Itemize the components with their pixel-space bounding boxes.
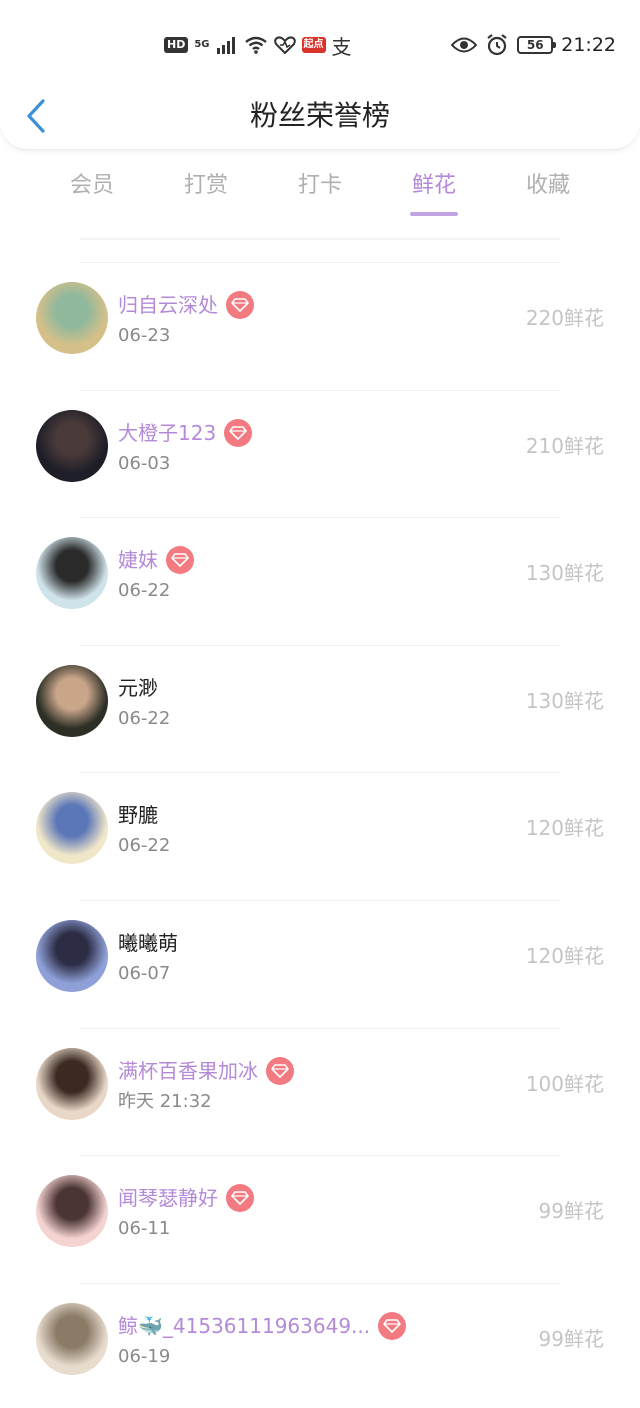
list-item[interactable]: 满杯百香果加冰昨天 21:32 100鲜花 — [0, 1027, 640, 1156]
avatar[interactable] — [36, 537, 108, 610]
name-line: 闻琴瑟静好 — [118, 1183, 254, 1213]
clock: 21:22 — [561, 34, 616, 56]
row-divider — [80, 772, 560, 774]
fan-name[interactable]: 归自云深处 — [118, 292, 218, 318]
row-divider — [80, 1282, 560, 1284]
name-line: 野膔 — [118, 800, 158, 830]
flower-amount: 120鲜花 — [525, 816, 604, 841]
eye-icon — [451, 37, 478, 53]
fan-date: 06-03 — [118, 452, 171, 474]
row-divider — [80, 262, 560, 263]
tab-favorites[interactable]: 收藏 — [498, 168, 598, 204]
zhi-app-icon: 支 — [331, 34, 352, 59]
diamond-badge-icon — [226, 1184, 254, 1213]
signal-icon — [216, 37, 235, 54]
list-item[interactable]: 野膔 06-22 120鲜花 — [0, 772, 640, 900]
avatar[interactable] — [36, 282, 108, 354]
list-item[interactable]: 闻琴瑟静好 06-11 99鲜花 — [0, 1155, 640, 1283]
diamond-badge-icon — [266, 1056, 294, 1085]
row-divider — [80, 1155, 560, 1157]
fan-name[interactable]: 野膔 — [118, 802, 158, 828]
name-line: 婕妺 — [118, 545, 194, 575]
fan-name[interactable]: 曦曦萌 — [118, 930, 178, 956]
flower-amount: 99鲜花 — [538, 1199, 604, 1224]
flower-amount: 210鲜花 — [525, 433, 604, 458]
fan-name[interactable]: 闻琴瑟静好 — [118, 1185, 218, 1211]
avatar[interactable] — [36, 664, 108, 737]
avatar[interactable] — [36, 920, 108, 992]
flower-amount: 100鲜花 — [525, 1071, 604, 1096]
flower-amount: 130鲜花 — [525, 561, 604, 586]
battery-icon: 56 — [517, 36, 557, 54]
row-divider — [80, 389, 560, 391]
avatar[interactable] — [36, 1302, 108, 1375]
heart-health-icon — [273, 36, 296, 54]
tab-flowers[interactable]: 鲜花 — [384, 168, 484, 204]
qidian-app-icon: 起点 — [301, 37, 326, 53]
fan-date: 06-19 — [118, 1345, 171, 1367]
tab-checkin[interactable]: 打卡 — [270, 168, 370, 204]
diamond-badge-icon — [166, 546, 194, 575]
flower-amount: 130鲜花 — [525, 688, 604, 713]
list-item[interactable]: 大橙子123 06-03 210鲜花 — [0, 389, 640, 518]
status-right: 56 21:22 — [451, 30, 616, 60]
fan-date: 昨天 21:32 — [118, 1090, 212, 1112]
tab-divider — [80, 238, 560, 240]
flower-amount: 220鲜花 — [525, 306, 604, 330]
avatar[interactable] — [36, 1047, 108, 1120]
name-line: 大橙子123 — [118, 418, 253, 448]
page-title: 粉丝荣誉榜 — [249, 99, 390, 132]
name-line: 归自云深处 — [118, 290, 254, 320]
name-line: 曦曦萌 — [118, 928, 178, 958]
row-divider — [80, 1027, 560, 1029]
fan-date: 06-22 — [118, 580, 171, 602]
fan-date: 06-22 — [118, 835, 171, 857]
avatar[interactable] — [36, 792, 108, 865]
fan-date: 06-11 — [118, 1218, 171, 1240]
row-divider — [80, 517, 560, 519]
row-divider — [80, 644, 560, 646]
list-item[interactable]: 鲸🐳_41536111963649... 06-19 99鲜花 — [0, 1282, 640, 1408]
5g-label: 5G — [194, 39, 210, 50]
list-item[interactable]: 婕妺 06-22 130鲜花 — [0, 517, 640, 645]
fan-name[interactable]: 鲸🐳_41536111963649... — [118, 1313, 370, 1339]
tab-bar: 会员 打赏 打卡 鲜花 收藏 — [0, 168, 640, 224]
diamond-badge-icon — [226, 291, 254, 319]
fan-name[interactable]: 大橙子123 — [118, 420, 216, 446]
active-tab-indicator — [410, 212, 458, 216]
fan-name[interactable]: 满杯百香果加冰 — [118, 1058, 258, 1084]
hd-badge: HD — [164, 37, 189, 53]
name-line: 满杯百香果加冰 — [118, 1056, 294, 1086]
tab-membership[interactable]: 会员 — [42, 168, 142, 204]
fan-date: 06-23 — [118, 325, 171, 346]
list-item[interactable]: 元渺 06-22 130鲜花 — [0, 644, 640, 773]
battery-level: 56 — [526, 38, 544, 52]
flower-amount: 120鲜花 — [525, 944, 604, 968]
alarm-icon — [487, 34, 507, 56]
list-item[interactable]: 归自云深处 06-23 220鲜花 — [0, 262, 640, 390]
name-line: 元渺 — [118, 673, 158, 703]
fan-date: 06-22 — [118, 707, 171, 729]
fan-date: 06-07 — [118, 963, 171, 984]
flower-amount: 99鲜花 — [538, 1326, 604, 1351]
avatar[interactable] — [36, 409, 108, 482]
header-card: HD 5G 起点 支 56 21:22 粉丝荣誉榜 — [0, 0, 640, 150]
list-item[interactable]: 曦曦萌 06-07 120鲜花 — [0, 900, 640, 1028]
avatar[interactable] — [36, 1175, 108, 1248]
name-line: 鲸🐳_41536111963649... — [118, 1311, 407, 1341]
fan-name[interactable]: 元渺 — [118, 675, 158, 701]
status-bar: HD 5G 起点 支 56 21:22 — [0, 28, 640, 62]
diamond-badge-icon — [378, 1311, 407, 1340]
wifi-icon — [244, 36, 267, 54]
row-divider — [80, 900, 560, 901]
status-left: HD 5G 起点 支 — [164, 32, 352, 59]
fan-name[interactable]: 婕妺 — [118, 547, 158, 573]
tab-rewards[interactable]: 打赏 — [156, 168, 256, 204]
diamond-badge-icon — [224, 418, 253, 447]
